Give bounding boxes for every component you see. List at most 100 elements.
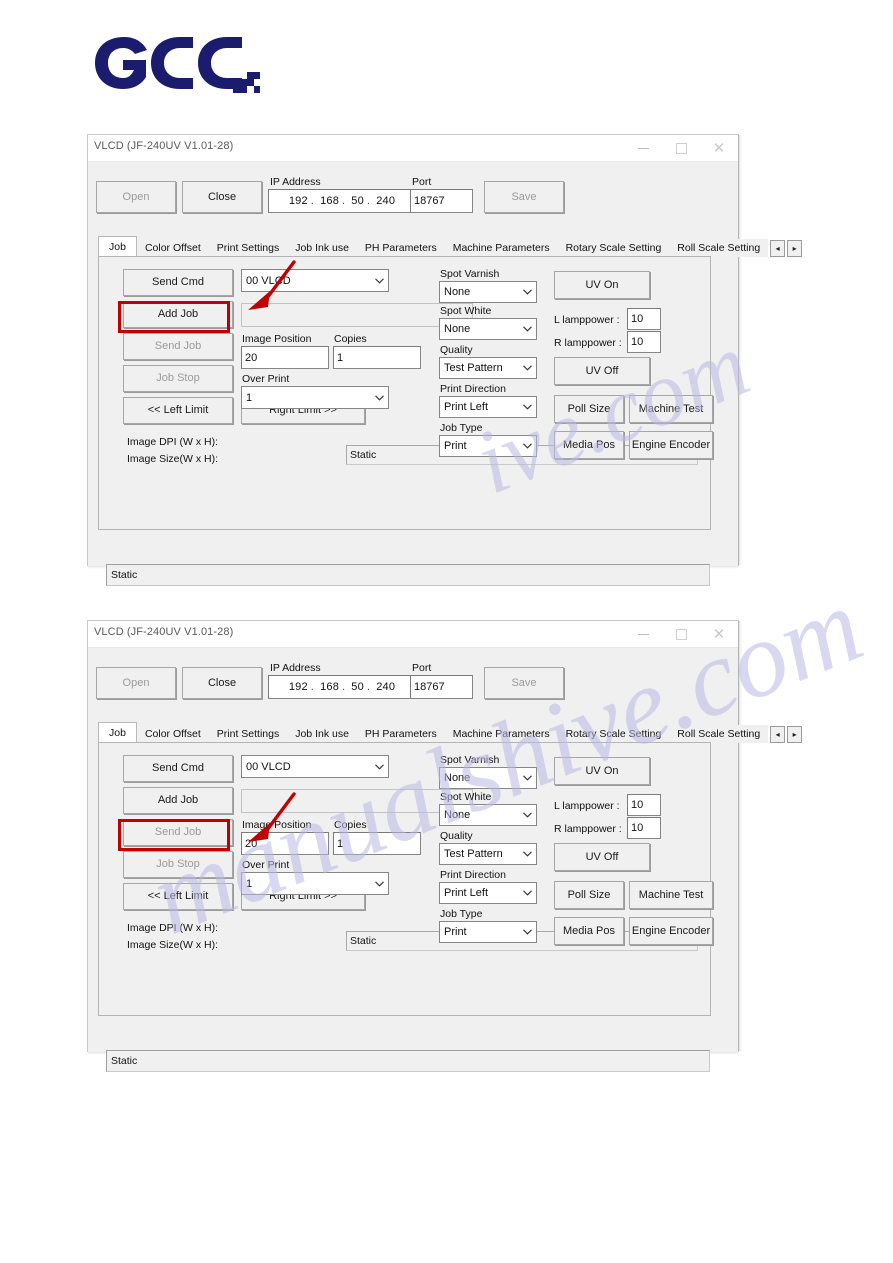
tab-color-offset[interactable]: Color Offset: [136, 239, 209, 257]
job-stop-button[interactable]: Job Stop: [123, 365, 233, 392]
window-title: VLCD (JF-240UV V1.01-28): [94, 626, 234, 638]
chevron-down-icon: [519, 844, 536, 864]
port-input[interactable]: 18767: [410, 189, 473, 213]
ip-octet-4: 240: [376, 681, 396, 693]
send-job-button[interactable]: Send Job: [123, 819, 233, 846]
media-pos-button[interactable]: Media Pos: [554, 917, 624, 945]
open-button[interactable]: Open: [96, 667, 176, 699]
spot-varnish-combo-value: None: [444, 286, 471, 298]
ip-octet-3: 50: [351, 195, 364, 207]
image-dpi-label: Image DPI (W x H):: [127, 436, 219, 448]
uv-off-button[interactable]: UV Off: [554, 843, 650, 871]
send-cmd-button[interactable]: Send Cmd: [123, 755, 233, 782]
ip-octet-2: 168: [320, 681, 340, 693]
add-job-button[interactable]: Add Job: [123, 787, 233, 814]
chevron-down-icon: [519, 319, 536, 339]
spot-white-combo[interactable]: None: [439, 804, 537, 826]
save-button[interactable]: Save: [484, 181, 564, 213]
tab-roll-scale-setting[interactable]: Roll Scale Setting: [669, 725, 769, 743]
close-icon[interactable]: ✕: [700, 135, 738, 161]
ip-address-input[interactable]: 192 . 168 . 50 . 240: [268, 675, 416, 699]
tab-strip: Job Color Offset Print Settings Job Ink …: [98, 721, 803, 743]
tab-ph-parameters[interactable]: PH Parameters: [356, 239, 445, 257]
quality-combo[interactable]: Test Pattern: [439, 357, 537, 379]
job-stop-button[interactable]: Job Stop: [123, 851, 233, 878]
poll-size-button[interactable]: Poll Size: [554, 881, 624, 909]
window-status-bar: Static: [106, 1050, 710, 1072]
media-pos-button[interactable]: Media Pos: [554, 431, 624, 459]
window-shadow-right: [738, 135, 742, 565]
ip-sep-2: .: [342, 195, 346, 207]
maximize-icon[interactable]: [662, 135, 700, 161]
tab-job[interactable]: Job: [98, 236, 137, 257]
window-titlebar[interactable]: VLCD (JF-240UV V1.01-28) ✕: [88, 135, 738, 162]
tab-print-settings[interactable]: Print Settings: [208, 239, 288, 257]
uv-on-button[interactable]: UV On: [554, 757, 650, 785]
open-button[interactable]: Open: [96, 181, 176, 213]
tab-rotary-scale-setting[interactable]: Rotary Scale Setting: [557, 239, 670, 257]
spot-varnish-combo[interactable]: None: [439, 281, 537, 303]
r-lamppower-input[interactable]: 10: [627, 817, 661, 839]
print-direction-combo[interactable]: Print Left: [439, 882, 537, 904]
l-lamppower-input[interactable]: 10: [627, 794, 661, 816]
spot-white-label: Spot White: [440, 791, 492, 803]
quality-combo[interactable]: Test Pattern: [439, 843, 537, 865]
port-input[interactable]: 18767: [410, 675, 473, 699]
job-type-combo[interactable]: Print: [439, 435, 537, 457]
tab-scroll-next-button[interactable]: ▸: [787, 240, 803, 257]
machine-test-button[interactable]: Machine Test: [629, 395, 713, 423]
tab-job-ink-use[interactable]: Job Ink use: [287, 239, 357, 257]
image-position-input[interactable]: 20: [241, 346, 329, 369]
job-tab-page: Send Cmd Add Job Send Job Job Stop << Le…: [98, 256, 713, 530]
copies-input[interactable]: 1: [333, 346, 421, 369]
tab-machine-parameters[interactable]: Machine Parameters: [444, 239, 558, 257]
spot-white-combo-value: None: [444, 809, 471, 821]
tab-rotary-scale-setting[interactable]: Rotary Scale Setting: [557, 725, 670, 743]
over-print-combo-value: 1: [246, 391, 253, 404]
l-lamppower-input[interactable]: 10: [627, 308, 661, 330]
tab-job[interactable]: Job: [98, 722, 137, 743]
tab-print-settings[interactable]: Print Settings: [208, 725, 288, 743]
close-icon[interactable]: ✕: [700, 621, 738, 647]
spot-white-combo[interactable]: None: [439, 318, 537, 340]
send-job-button[interactable]: Send Job: [123, 333, 233, 360]
minimize-icon[interactable]: [624, 621, 662, 647]
send-cmd-button[interactable]: Send Cmd: [123, 269, 233, 296]
print-direction-combo[interactable]: Print Left: [439, 396, 537, 418]
ip-address-input[interactable]: 192 . 168 . 50 . 240: [268, 189, 416, 213]
tab-machine-parameters[interactable]: Machine Parameters: [444, 725, 558, 743]
add-job-button[interactable]: Add Job: [123, 301, 233, 328]
maximize-icon[interactable]: [662, 621, 700, 647]
r-lamppower-input[interactable]: 10: [627, 331, 661, 353]
save-button[interactable]: Save: [484, 667, 564, 699]
tab-scroll-next-button[interactable]: ▸: [787, 726, 803, 743]
image-position-input[interactable]: 20: [241, 832, 329, 855]
machine-test-button[interactable]: Machine Test: [629, 881, 713, 909]
copies-input[interactable]: 1: [333, 832, 421, 855]
spot-varnish-combo[interactable]: None: [439, 767, 537, 789]
connection-toolbar: Open Close IP Address 192 . 168 . 50 . 2…: [88, 648, 738, 718]
ip-octet-2: 168: [320, 195, 340, 207]
engine-encoder-button[interactable]: Engine Encoder: [629, 917, 713, 945]
tab-job-ink-use[interactable]: Job Ink use: [287, 725, 357, 743]
over-print-combo[interactable]: 1: [241, 872, 389, 895]
command-combo[interactable]: 00 VLCD: [241, 269, 389, 292]
window-titlebar[interactable]: VLCD (JF-240UV V1.01-28) ✕: [88, 621, 738, 648]
uv-on-button[interactable]: UV On: [554, 271, 650, 299]
tab-scroll-prev-button[interactable]: ◂: [770, 726, 786, 743]
close-connection-button[interactable]: Close: [182, 667, 262, 699]
engine-encoder-button[interactable]: Engine Encoder: [629, 431, 713, 459]
minimize-icon[interactable]: [624, 135, 662, 161]
close-connection-button[interactable]: Close: [182, 181, 262, 213]
over-print-combo[interactable]: 1: [241, 386, 389, 409]
tab-scroll-prev-button[interactable]: ◂: [770, 240, 786, 257]
tab-ph-parameters[interactable]: PH Parameters: [356, 725, 445, 743]
uv-off-button[interactable]: UV Off: [554, 357, 650, 385]
poll-size-button[interactable]: Poll Size: [554, 395, 624, 423]
tab-roll-scale-setting[interactable]: Roll Scale Setting: [669, 239, 769, 257]
left-limit-button[interactable]: << Left Limit: [123, 883, 233, 910]
tab-color-offset[interactable]: Color Offset: [136, 725, 209, 743]
command-combo[interactable]: 00 VLCD: [241, 755, 389, 778]
job-type-combo[interactable]: Print: [439, 921, 537, 943]
left-limit-button[interactable]: << Left Limit: [123, 397, 233, 424]
